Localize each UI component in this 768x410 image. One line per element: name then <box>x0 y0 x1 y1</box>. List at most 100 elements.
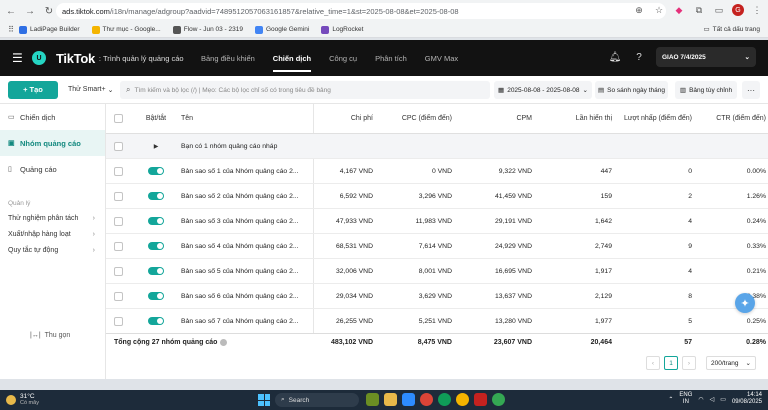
taskbar-search[interactable]: ⌕ Search <box>275 393 359 407</box>
menu-icon[interactable]: ☰ <box>12 51 26 65</box>
sidebar-item-campaigns[interactable]: ▭ Chiến dịch <box>0 104 105 130</box>
cloudy-sun-icon <box>6 395 16 405</box>
create-button[interactable]: + Tạo <box>8 80 58 99</box>
draft-row[interactable]: ▶ Bạn có 1 nhóm quảng cáo nháp <box>106 134 768 159</box>
page-size-select[interactable]: 200/trang ⌄ <box>706 356 756 370</box>
windows-start-icon[interactable] <box>258 394 270 406</box>
status-toggle[interactable] <box>148 267 164 275</box>
file-explorer-icon[interactable] <box>384 393 397 406</box>
row-checkbox[interactable] <box>114 141 123 151</box>
browser-menu-icon[interactable]: ⋮ <box>750 3 764 17</box>
bookmark-google-drive[interactable]: Thư mục - Google... <box>91 25 161 34</box>
adgroup-name[interactable]: Bản sao số 3 của Nhóm quảng cáo 2... <box>181 218 305 225</box>
account-avatar[interactable]: U <box>32 51 46 65</box>
language-indicator[interactable]: ENG IN <box>679 392 692 406</box>
sidebar-item-automated-rules[interactable]: Quy tắc tự động › <box>0 242 105 258</box>
more-options-icon[interactable]: ··· <box>742 81 760 99</box>
adgroup-name[interactable]: Bản sao số 7 của Nhóm quảng cáo 2... <box>181 318 305 325</box>
compare-dates-button[interactable]: ▤ So sánh ngày tháng <box>595 81 668 99</box>
help-icon[interactable]: ? <box>632 50 646 64</box>
bookmark-star-icon[interactable]: ☆ <box>652 3 666 17</box>
widgets-icon[interactable] <box>366 393 379 406</box>
account-selector[interactable]: GIAO 7/4/2025 ⌄ <box>656 47 756 67</box>
volume-icon[interactable]: ◁ <box>710 396 715 403</box>
extensions-puzzle-icon[interactable]: ⧉ <box>692 3 706 17</box>
collapse-sidebar-button[interactable]: |↔| Thu gọn <box>30 332 70 339</box>
bookmark-ladipage[interactable]: LadiPage Builder <box>19 25 80 34</box>
bookmark-flow[interactable]: Flow - Jun 03 - 2319 <box>172 25 243 34</box>
weather-widget[interactable]: 31°C Có mây <box>6 393 39 407</box>
total-ctr: 0.28% <box>746 339 766 346</box>
nav-tools[interactable]: Công cụ <box>320 40 366 76</box>
row-checkbox[interactable] <box>114 291 123 301</box>
notification-bell-icon[interactable]: 🔔︎ <box>608 50 622 64</box>
row-checkbox[interactable] <box>114 241 123 251</box>
row-checkbox[interactable] <box>114 316 123 326</box>
status-toggle[interactable] <box>148 167 164 175</box>
adgroup-name[interactable]: Bản sao số 1 của Nhóm quảng cáo 2... <box>181 168 305 175</box>
wifi-icon[interactable]: ◠ <box>698 396 703 403</box>
sidebar-item-bulk-import[interactable]: Xuất/nhập hàng loạt › <box>0 226 105 242</box>
clock[interactable]: 14:14 09/08/2025 <box>732 392 762 406</box>
header-cost[interactable]: Chi phí <box>313 104 373 133</box>
sidebar-icon[interactable]: ▭ <box>712 3 726 17</box>
status-toggle[interactable] <box>148 292 164 300</box>
zoom-app-icon[interactable] <box>402 393 415 406</box>
all-bookmarks[interactable]: ▭ Tất cả dấu trang <box>704 25 761 34</box>
custom-columns-button[interactable]: ▥ Bảng tùy chỉnh <box>675 81 737 99</box>
sidebar-item-ads[interactable]: ▯ Quảng cáo <box>0 156 105 182</box>
select-all-checkbox[interactable] <box>114 114 123 123</box>
chrome-profile-icon[interactable] <box>456 393 469 406</box>
row-checkbox[interactable] <box>114 166 123 176</box>
chrome-alt-icon[interactable] <box>492 393 505 406</box>
status-toggle[interactable] <box>148 317 164 325</box>
nav-gmv-max[interactable]: GMV Max <box>416 40 467 76</box>
status-toggle[interactable] <box>148 242 164 250</box>
search-input[interactable]: ⌕ Tìm kiếm và bộ lọc (/) | Mẹo: Các bộ l… <box>120 81 490 99</box>
bookmark-logrocket[interactable]: LogRocket <box>321 25 363 34</box>
extension-icon[interactable]: ◆ <box>672 3 686 17</box>
row-checkbox[interactable] <box>114 266 123 276</box>
row-checkbox[interactable] <box>114 216 123 226</box>
apps-icon[interactable]: ⠿ <box>3 22 19 38</box>
battery-icon[interactable]: ▭ <box>720 396 726 403</box>
reload-icon[interactable]: ↻ <box>41 3 57 19</box>
status-toggle[interactable] <box>148 192 164 200</box>
expand-caret-icon[interactable]: ▶ <box>154 143 159 150</box>
header-name[interactable]: Tên <box>181 104 309 133</box>
address-bar[interactable]: ads.tiktok.com/i18n/manage/adgroup?aadvi… <box>56 3 666 19</box>
next-page-icon[interactable]: › <box>682 356 696 370</box>
chrome-icon[interactable] <box>420 393 433 406</box>
bookmark-gemini[interactable]: Google Gemini <box>254 25 309 34</box>
header-clicks[interactable]: Lượt nhấp (điểm đến) <box>616 104 692 133</box>
zoom-icon[interactable]: ⊕ <box>632 3 646 17</box>
back-icon[interactable]: ← <box>3 3 19 19</box>
date-range-picker[interactable]: ▦ 2025-08-08 - 2025-08-08 ⌄ <box>494 81 592 99</box>
page-number[interactable]: 1 <box>664 356 678 370</box>
header-ctr[interactable]: CTR (điểm đến) <box>696 104 768 133</box>
table-row: Bản sao số 5 của Nhóm quảng cáo 2... 32,… <box>106 259 768 284</box>
row-checkbox[interactable] <box>114 191 123 201</box>
adgroup-name[interactable]: Bản sao số 5 của Nhóm quảng cáo 2... <box>181 268 305 275</box>
chevron-up-icon[interactable]: ⌃ <box>668 396 673 403</box>
ai-assistant-sparkle-icon[interactable]: ✦ <box>735 293 755 313</box>
edge-icon[interactable] <box>438 393 451 406</box>
adgroup-name[interactable]: Bản sao số 4 của Nhóm quảng cáo 2... <box>181 243 305 250</box>
adgroup-name[interactable]: Bản sao số 6 của Nhóm quảng cáo 2... <box>181 293 305 300</box>
header-cpm[interactable]: CPM <box>456 104 532 133</box>
nav-analytics[interactable]: Phân tích <box>366 40 416 76</box>
info-icon[interactable] <box>220 339 228 346</box>
nav-campaigns[interactable]: Chiến dịch <box>264 40 320 76</box>
mail-icon[interactable] <box>474 393 487 406</box>
prev-page-icon[interactable]: ‹ <box>646 356 660 370</box>
try-smart-button[interactable]: Thử Smart+ ⌄ <box>68 86 113 94</box>
status-toggle[interactable] <box>148 217 164 225</box>
profile-avatar[interactable]: G <box>732 4 744 16</box>
sidebar-item-ad-groups[interactable]: ▣ Nhóm quảng cáo <box>0 130 105 156</box>
forward-icon[interactable]: → <box>22 3 38 19</box>
sidebar-item-split-test[interactable]: Thử nghiệm phân tách › <box>0 210 105 226</box>
header-impressions[interactable]: Lần hiển thị <box>536 104 612 133</box>
nav-dashboard[interactable]: Bảng điều khiển <box>192 40 264 76</box>
adgroup-name[interactable]: Bản sao số 2 của Nhóm quảng cáo 2... <box>181 193 305 200</box>
header-cpc[interactable]: CPC (điểm đến) <box>378 104 452 133</box>
